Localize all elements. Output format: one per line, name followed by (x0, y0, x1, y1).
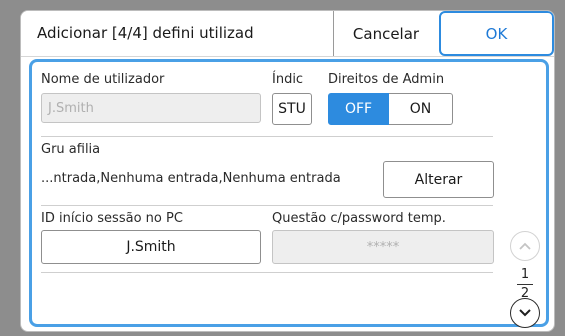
scroll-down-button[interactable] (510, 298, 540, 328)
page-divider (517, 284, 533, 285)
temp-password-label: Questão c/password temp. (272, 211, 446, 226)
admin-rights-label: Direitos de Admin (328, 72, 445, 87)
divider (41, 136, 493, 137)
admin-off-toggle[interactable]: OFF (328, 93, 389, 125)
pc-login-button[interactable]: J.Smith (41, 230, 261, 264)
index-button[interactable]: STU (272, 93, 312, 125)
divider (41, 272, 493, 273)
cancel-button[interactable]: Cancelar (333, 11, 438, 56)
dialog-header: Adicionar [4/4] defini utilizad Cancelar… (21, 11, 554, 57)
settings-panel: Nome de utilizador J.Smith Índic STU Dir… (29, 59, 549, 328)
current-page: 1 (520, 267, 530, 282)
index-label: Índic (272, 72, 304, 87)
user-name-label: Nome de utilizador (41, 72, 165, 87)
admin-on-toggle[interactable]: ON (389, 93, 453, 125)
add-user-dialog: Adicionar [4/4] defini utilizad Cancelar… (20, 10, 555, 332)
temp-password-field: ***** (272, 230, 494, 264)
divider (41, 205, 493, 206)
ok-button[interactable]: OK (439, 11, 554, 56)
screen-background: Adicionar [4/4] defini utilizad Cancelar… (0, 0, 565, 336)
pc-login-label: ID início sessão no PC (41, 211, 183, 226)
group-label: Gru afilia (41, 142, 101, 157)
user-name-field: J.Smith (41, 93, 261, 123)
page-indicator: 1 2 (515, 267, 535, 302)
chevron-up-icon (519, 242, 531, 250)
change-group-button[interactable]: Alterar (383, 161, 494, 198)
chevron-down-icon (519, 309, 531, 317)
scroll-up-button[interactable] (510, 231, 540, 261)
temp-password-value: ***** (366, 239, 400, 255)
user-name-value: J.Smith (48, 100, 94, 116)
dialog-title: Adicionar [4/4] defini utilizad (37, 24, 254, 42)
group-value: ...ntrada,Nenhuma entrada,Nenhuma entrad… (41, 171, 341, 186)
